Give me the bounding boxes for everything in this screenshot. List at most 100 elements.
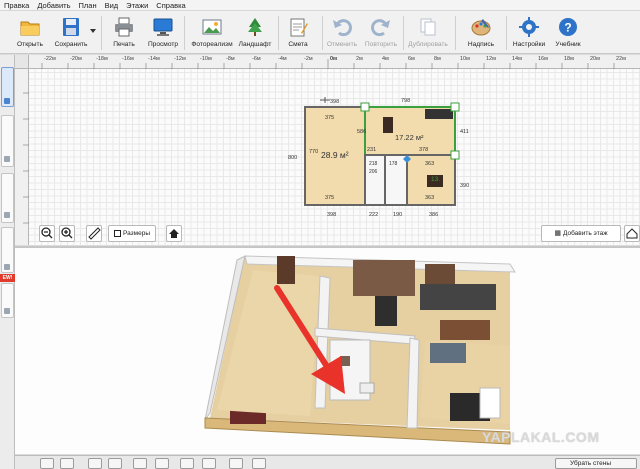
tutorial-button[interactable]: ? Учебник <box>542 13 594 52</box>
sofa <box>420 284 496 310</box>
house-icon <box>626 228 638 239</box>
tree-icon <box>248 18 262 36</box>
dim-right-1: 411 <box>460 129 469 135</box>
toilet <box>359 382 375 394</box>
zoom-in-3d-button[interactable] <box>108 458 122 469</box>
room-g-width: 231 <box>367 147 376 153</box>
zoom-in-button[interactable] <box>59 225 75 242</box>
dim-top-2: 798 <box>401 98 410 104</box>
room-d-width: 218 <box>369 161 378 167</box>
gear-icon <box>519 17 539 37</box>
bedroom-wall-pattern <box>430 343 466 363</box>
menu-view[interactable]: Вид <box>101 0 123 11</box>
toolbar-separator <box>184 16 185 50</box>
left-panel-tab-plan[interactable] <box>1 67 14 107</box>
svg-text:?: ? <box>564 21 571 35</box>
ruler-tick-label: -16м <box>122 56 134 62</box>
labels-button[interactable]: Надпись <box>455 13 507 52</box>
3d-scene[interactable] <box>15 248 640 454</box>
undo-icon <box>333 19 352 37</box>
dimensions-button[interactable]: Размеры <box>108 225 156 242</box>
dining-table[interactable] <box>383 117 393 133</box>
resize-handle[interactable] <box>360 102 370 112</box>
monitor-icon <box>153 18 173 36</box>
left-panel-tab-new[interactable] <box>1 283 14 318</box>
toolbar: Открыть Сохранить Печать Просмотр Фоторе… <box>0 11 640 54</box>
camera-mode-button[interactable] <box>40 458 54 469</box>
menu-floors[interactable]: Этажи <box>122 0 152 11</box>
floppy-disk-icon <box>63 18 79 36</box>
menu-bar: Правка Добавить План Вид Этажи Справка <box>0 0 640 11</box>
labels-label: Надпись <box>467 41 495 48</box>
ruler-tick-label: -2м <box>304 56 313 62</box>
dim-bottom-1: 398 <box>327 212 336 218</box>
picture-icon <box>202 19 222 35</box>
left-panel-tab-walls[interactable] <box>1 173 14 223</box>
ruler-tick-label: -4м <box>278 56 287 62</box>
add-floor-button[interactable]: ▦ Добавить этаж <box>541 225 621 242</box>
rug <box>440 320 490 340</box>
view-3d[interactable] <box>15 246 640 454</box>
left-panel-tab-furniture[interactable] <box>1 227 14 273</box>
floor-house-button[interactable] <box>624 225 640 242</box>
menu-help[interactable]: Справка <box>152 0 189 11</box>
tilt-down-button[interactable] <box>202 458 216 469</box>
ruler-tick-label: 20м <box>590 56 600 62</box>
left-panel-tab-rooms[interactable] <box>1 115 14 167</box>
dim-left: 800 <box>288 155 297 161</box>
dim-bottom-3: 190 <box>393 212 402 218</box>
plan-tools-bar: Размеры ▦ Добавить этаж <box>15 222 640 244</box>
tutorial-label: Учебник <box>555 41 581 48</box>
door-swing <box>320 97 330 103</box>
tilt-up-button[interactable] <box>180 458 194 469</box>
ruler-tick-label: -14м <box>148 56 160 62</box>
dim-misc-1: 375 <box>325 195 334 201</box>
save-dropdown-icon[interactable] <box>90 29 96 33</box>
rotate-left-button[interactable] <box>133 458 147 469</box>
plan-2d-view[interactable]: -22м -20м -18м -16м -14м -12м -10м -8м -… <box>15 55 640 245</box>
person-view-button[interactable] <box>229 458 243 469</box>
left-panel: EW! <box>0 55 15 469</box>
remove-walls-button[interactable]: Убрать стены <box>555 458 637 469</box>
add-floor-label: Добавить этаж <box>562 230 608 237</box>
ruler-tick-label: -18м <box>96 56 108 62</box>
rotate-right-button[interactable] <box>155 458 169 469</box>
menu-edit[interactable]: Правка <box>0 0 33 11</box>
sun-button[interactable] <box>60 458 74 469</box>
printer-icon <box>115 17 133 37</box>
sofa[interactable] <box>425 109 453 119</box>
grid-icon <box>113 229 121 237</box>
home-button[interactable] <box>166 225 182 242</box>
menu-add[interactable]: Добавить <box>33 0 74 11</box>
watermark-text: YAPLAKAL.COM <box>482 429 600 445</box>
room-e-width: 206 <box>369 169 378 175</box>
ruler-tick-label: -10м <box>200 56 212 62</box>
kitchen-wall <box>353 260 415 296</box>
preview-button[interactable]: Просмотр <box>137 13 189 52</box>
home-3d-button[interactable] <box>252 458 266 469</box>
vertical-ruler <box>15 69 29 245</box>
new-badge: EW! <box>0 274 15 282</box>
ruler-corner <box>15 55 29 69</box>
room-a-width: 375 <box>325 115 334 121</box>
home-icon <box>169 229 179 238</box>
redo-icon <box>371 19 390 37</box>
dim-bottom-2: 222 <box>369 212 378 218</box>
menu-plan[interactable]: План <box>75 0 101 11</box>
resize-handle[interactable] <box>450 102 460 112</box>
wall-panel <box>277 256 295 284</box>
ruler-tick-label: 2м <box>356 56 363 62</box>
duplicate-button[interactable]: Дублировать <box>402 13 454 52</box>
zoom-out-3d-button[interactable] <box>88 458 102 469</box>
redo-label: Повторить <box>364 41 398 48</box>
save-label: Сохранить <box>54 41 88 48</box>
floor-plan[interactable]: 398 798 375 28.9 м² 770 17.22 м² 378 586… <box>285 95 475 225</box>
room-h-width: 363 <box>425 195 434 201</box>
ruler-tick-label: 6м <box>408 56 415 62</box>
resize-handle[interactable] <box>450 150 460 160</box>
redo-button[interactable]: Повторить <box>355 13 407 52</box>
measure-button[interactable] <box>86 225 102 242</box>
help-icon: ? <box>559 18 577 36</box>
ruler-tick-label: -20м <box>70 56 82 62</box>
zoom-out-button[interactable] <box>39 225 55 242</box>
